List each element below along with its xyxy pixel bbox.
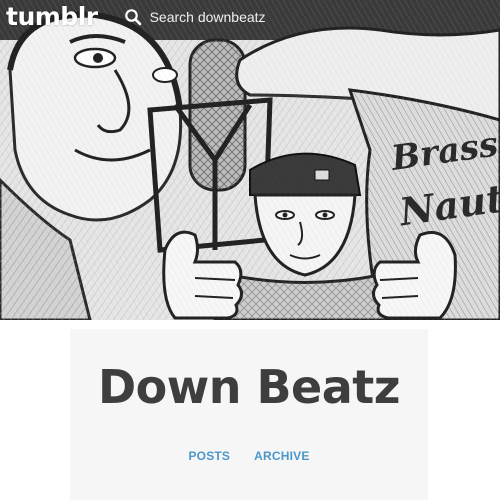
blog-nav: POSTS ARCHIVE — [70, 449, 428, 463]
header-photo-illustration: Brass Nauts — [0, 0, 500, 320]
search-box[interactable] — [124, 4, 340, 30]
header-image: Brass Nauts — [0, 0, 500, 320]
blog-page: Brass Nauts tumblr Search downbeatz Down… — [0, 0, 500, 500]
search-icon — [124, 8, 142, 26]
nav-link-posts[interactable]: POSTS — [188, 449, 230, 463]
search-input[interactable] — [149, 6, 340, 28]
tumblr-top-bar: tumblr — [0, 0, 500, 34]
nav-link-archive[interactable]: ARCHIVE — [254, 449, 309, 463]
tumblr-logo[interactable]: tumblr — [6, 0, 98, 34]
blog-title-card: Down Beatz POSTS ARCHIVE — [70, 329, 428, 500]
blog-title[interactable]: Down Beatz — [70, 359, 428, 415]
